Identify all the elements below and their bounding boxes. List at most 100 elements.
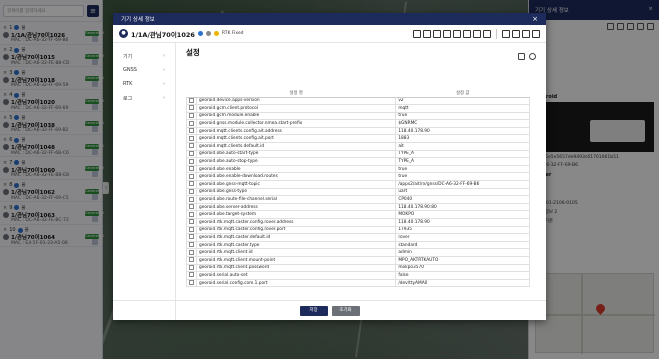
edit-icon[interactable]	[205, 31, 211, 36]
setting-value[interactable]: /dev/ttyAMA0	[395, 278, 530, 288]
table-row[interactable]: georoid.rtk.mqtt.client.password mokpo357…	[186, 263, 530, 273]
setting-value[interactable]: true	[395, 111, 530, 121]
setting-value[interactable]: TYPE_A	[395, 157, 530, 166]
table-row[interactable]: georoid.gcm.module.enable true	[186, 111, 530, 121]
setting-value[interactable]: admin	[395, 248, 530, 257]
table-row[interactable]: georoid.gcm.client.protocol mqtt	[186, 104, 530, 113]
table-row[interactable]: georoid.mqtt.clients.default.id ait	[186, 142, 530, 151]
row-checkbox[interactable]	[189, 219, 194, 225]
clock-icon[interactable]	[433, 29, 441, 38]
row-checkbox[interactable]	[189, 151, 194, 156]
chart-icon[interactable]	[473, 29, 481, 38]
nav-item[interactable]: 기기 ›	[113, 49, 175, 63]
table-row[interactable]: georoid.obe.enable true	[186, 164, 530, 174]
table-row[interactable]: georoid.serial.auto-set false	[186, 271, 530, 280]
table-row[interactable]: georoid.rtk.mqtt.client.mount-point MPO_A…	[186, 255, 530, 265]
row-checkbox[interactable]	[189, 227, 194, 232]
setting-value[interactable]: uart	[395, 187, 530, 197]
setting-value[interactable]: standard	[395, 240, 530, 250]
nav-item[interactable]: 로그 ›	[113, 91, 175, 105]
row-checkbox[interactable]	[189, 204, 194, 210]
setting-value[interactable]: MOKPO	[395, 210, 530, 219]
table-row[interactable]: georoid.obe.server-address 118.40.178.90:…	[186, 202, 530, 212]
row-checkbox[interactable]	[189, 280, 194, 286]
chevron-right-icon: ›	[163, 81, 165, 87]
setting-value[interactable]: 118.40.178.90:80	[395, 202, 530, 212]
row-checkbox[interactable]	[189, 158, 194, 164]
gear-icon[interactable]	[532, 29, 540, 38]
table-row[interactable]: georoid.obe.gnss-type uart	[186, 187, 530, 197]
table-row[interactable]: georoid.obe.enable-download.routes true	[186, 172, 530, 182]
table-row[interactable]: georoid.obe.auto-start-type TYPE_A	[186, 149, 530, 159]
setting-value[interactable]: true	[395, 172, 530, 182]
row-checkbox[interactable]	[189, 173, 194, 179]
table-row[interactable]: georoid.gnss.module.collector.nmea.start…	[186, 119, 530, 128]
setting-value[interactable]: mokpo3570	[395, 263, 530, 273]
table-row[interactable]: georoid.rtk.mqtt.caster.type standard	[186, 240, 530, 250]
setting-value[interactable]: ait	[395, 142, 530, 151]
setting-value[interactable]: mqtt	[395, 104, 530, 113]
row-checkbox[interactable]	[189, 249, 194, 255]
row-checkbox[interactable]	[189, 143, 194, 149]
export-icon[interactable]	[518, 53, 525, 60]
setting-value[interactable]: true	[395, 164, 530, 174]
row-checkbox[interactable]	[189, 196, 194, 202]
setting-value[interactable]: MPO_AKTRTKAUTO	[395, 255, 530, 265]
table-row[interactable]: georoid.device.apps-version v2	[186, 96, 530, 106]
row-checkbox[interactable]	[189, 189, 194, 194]
row-checkbox[interactable]	[189, 257, 194, 263]
row-checkbox[interactable]	[189, 128, 194, 134]
row-checkbox[interactable]	[189, 272, 194, 278]
table-row[interactable]: georoid.obe.target-system MOKPO	[186, 210, 530, 219]
upload-icon[interactable]	[502, 29, 510, 38]
table-row[interactable]: georoid.mqtt.clients.config.ait.address 1…	[186, 126, 530, 136]
row-checkbox[interactable]	[189, 120, 194, 126]
grid-icon[interactable]	[413, 29, 421, 38]
setting-value[interactable]: 17935	[395, 225, 530, 235]
setting-value[interactable]: /apps2/ait/rx/gnss/DC-A6-32-FF-69-B6	[395, 180, 530, 189]
delete-icon[interactable]	[522, 29, 530, 38]
setting-value[interactable]: v2	[395, 96, 530, 106]
table-row[interactable]: georoid.serial.config.com.1.port/dev/tty…	[186, 278, 530, 288]
restart-icon[interactable]	[423, 29, 431, 38]
download-icon[interactable]	[483, 29, 491, 38]
nav-item[interactable]: GNSS ›	[113, 63, 175, 77]
setting-value[interactable]: 118.40.178.90	[395, 126, 530, 136]
setting-key: georoid.obe.target-system	[195, 210, 397, 219]
row-checkbox[interactable]	[189, 113, 194, 118]
refresh-icon[interactable]	[512, 29, 520, 38]
table-row[interactable]: georoid.rtk.mqtt.caster.config.rover.add…	[186, 218, 530, 227]
row-checkbox[interactable]	[189, 166, 194, 172]
setting-value[interactable]: CP040	[395, 195, 530, 204]
row-checkbox[interactable]	[189, 234, 194, 240]
table-row[interactable]: georoid.rtk.mqtt.caster.default.id rover	[186, 233, 530, 242]
image-icon[interactable]	[453, 29, 461, 38]
setting-value[interactable]: false	[395, 271, 530, 280]
table-row[interactable]: georoid.obe.gnss-mqtt-topic/apps2/ait/rx…	[186, 180, 530, 189]
row-checkbox[interactable]	[189, 105, 194, 111]
list-icon[interactable]	[443, 29, 451, 38]
table-row[interactable]: georoid.obe.route-file-channel.serial CP0…	[186, 195, 530, 204]
close-icon[interactable]: ×	[532, 15, 538, 23]
setting-value[interactable]: 118.40.178.90	[395, 218, 530, 227]
save-button[interactable]: 저장	[299, 305, 328, 316]
table-row[interactable]: georoid.rtk.mqtt.caster.config.rover.por…	[186, 225, 530, 235]
row-checkbox[interactable]	[189, 181, 194, 187]
expand-icon[interactable]	[529, 53, 536, 60]
nav-item[interactable]: RTK ›	[113, 77, 175, 91]
row-checkbox[interactable]	[189, 97, 194, 103]
row-checkbox[interactable]	[189, 211, 194, 217]
setting-value[interactable]: rover	[395, 233, 530, 242]
table-row[interactable]: georoid.rtk.mqtt.client.id admin	[186, 248, 530, 257]
row-checkbox[interactable]	[189, 265, 194, 270]
reset-button[interactable]: 초기화	[331, 305, 360, 316]
table-row[interactable]: georoid.mqtt.clients.config.ait.port 1883	[186, 134, 530, 144]
row-checkbox[interactable]	[189, 135, 194, 141]
setting-value[interactable]: 1883	[395, 134, 530, 144]
setting-value[interactable]: $GNRMC	[395, 119, 530, 128]
window-icon[interactable]	[463, 29, 471, 38]
row-checkbox[interactable]	[189, 242, 194, 248]
setting-value[interactable]: TYPE_A	[395, 149, 530, 159]
table-row[interactable]: georoid.obe.auto-stop-type TYPE_A	[186, 157, 530, 166]
setting-key: georoid.obe.gnss-mqtt-topic	[195, 180, 397, 189]
